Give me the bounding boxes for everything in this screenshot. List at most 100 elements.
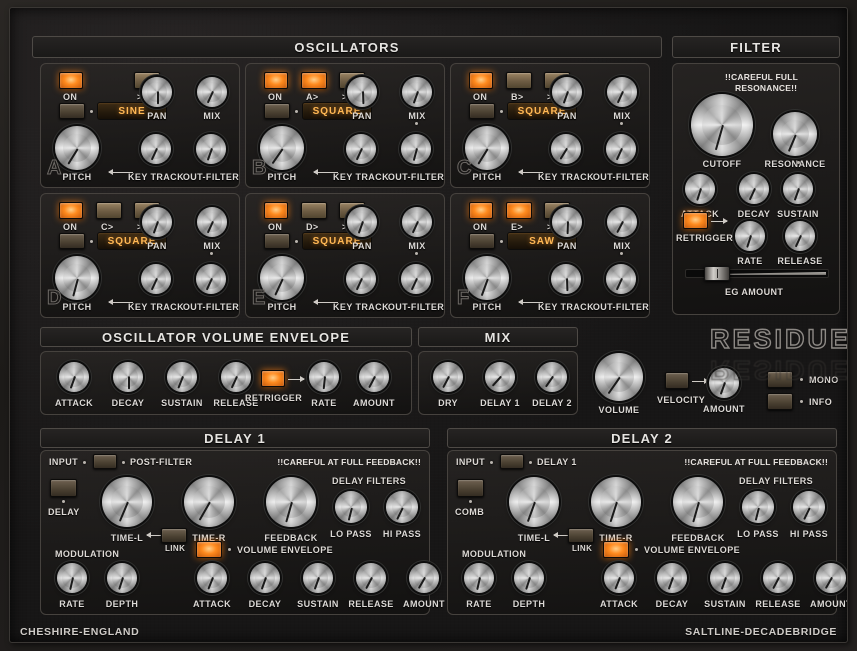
knob-body[interactable] (113, 362, 143, 392)
knob-body[interactable] (773, 112, 817, 156)
knob-body[interactable] (691, 94, 753, 156)
knob-body[interactable] (537, 362, 567, 392)
knob-body[interactable] (250, 563, 280, 593)
osc-A-keytrack-knob-label: KEY TRACK (128, 172, 184, 182)
knob-body[interactable] (763, 563, 793, 593)
knob-body[interactable] (402, 77, 432, 107)
knob-body[interactable] (409, 563, 439, 593)
knob-body[interactable] (742, 491, 774, 523)
knob-body[interactable] (514, 563, 544, 593)
knob-body[interactable] (55, 126, 99, 170)
knob-body[interactable] (607, 77, 637, 107)
knob-body[interactable] (552, 77, 582, 107)
knob-body[interactable] (433, 362, 463, 392)
osc-F-on-button[interactable] (469, 202, 493, 219)
knob-body[interactable] (465, 126, 509, 170)
knob-body[interactable] (347, 77, 377, 107)
info-button[interactable] (767, 393, 793, 410)
knob-body[interactable] (260, 126, 304, 170)
knob-body[interactable] (346, 264, 376, 294)
knob-body[interactable] (402, 207, 432, 237)
knob-body[interactable] (107, 563, 137, 593)
knob-body[interactable] (196, 134, 226, 164)
velocity-button[interactable] (665, 372, 689, 389)
knob-body[interactable] (607, 207, 637, 237)
knob-body[interactable] (604, 563, 634, 593)
filter-release-knob-label: RELEASE (777, 256, 823, 266)
filter-retrigger-button[interactable] (683, 212, 708, 229)
knob-body[interactable] (591, 477, 641, 527)
osc-C-on-button[interactable] (469, 72, 493, 89)
knob-body[interactable] (509, 477, 559, 527)
delay-2-volume-envelope-button[interactable] (603, 541, 629, 558)
knob-body[interactable] (196, 264, 226, 294)
knob-body[interactable] (347, 207, 377, 237)
knob-body[interactable] (141, 134, 171, 164)
knob-body[interactable] (102, 477, 152, 527)
delay-1-amount-knob-label: AMOUNT (403, 599, 445, 609)
knob-body[interactable] (816, 563, 846, 593)
knob-body[interactable] (260, 256, 304, 300)
knob-body[interactable] (673, 477, 723, 527)
knob-body[interactable] (735, 221, 765, 251)
knob-body[interactable] (551, 264, 581, 294)
knob-body[interactable] (57, 563, 87, 593)
knob-body[interactable] (552, 207, 582, 237)
knob-body[interactable] (309, 362, 339, 392)
osc-A-on-button[interactable] (59, 72, 83, 89)
knob-body[interactable] (551, 134, 581, 164)
knob-body[interactable] (346, 134, 376, 164)
osc-B-fm-button[interactable] (301, 72, 327, 89)
osc-E-on-button[interactable] (264, 202, 288, 219)
knob-body[interactable] (606, 264, 636, 294)
osc-env-retrigger-button[interactable] (261, 370, 285, 387)
knob-body[interactable] (335, 491, 367, 523)
knob-body[interactable] (197, 207, 227, 237)
knob-body[interactable] (356, 563, 386, 593)
knob-body[interactable] (55, 256, 99, 300)
knob-body[interactable] (783, 174, 813, 204)
osc-F-pitch-knob-label: PITCH (472, 302, 502, 312)
knob-body[interactable] (142, 207, 172, 237)
knob-body[interactable] (266, 477, 316, 527)
osc-C-fm-button[interactable] (506, 72, 532, 89)
knob-body[interactable] (359, 362, 389, 392)
knob-body[interactable] (184, 477, 234, 527)
osc-E-fm-button[interactable] (301, 202, 327, 219)
delay-2-mode-button[interactable] (457, 479, 484, 497)
knob-body[interactable] (141, 264, 171, 294)
eg-amount-handle[interactable] (704, 266, 730, 281)
delay-1-volume-envelope-button[interactable] (196, 541, 222, 558)
knob-body[interactable] (167, 362, 197, 392)
eg-amount-slider[interactable] (685, 266, 829, 281)
osc-D-fm-button[interactable] (96, 202, 122, 219)
knob-body[interactable] (595, 353, 643, 401)
oscenv-amount-knob-label: AMOUNT (353, 398, 395, 408)
knob-body[interactable] (710, 563, 740, 593)
osc-D-on-button[interactable] (59, 202, 83, 219)
osc-F-fm-button[interactable] (506, 202, 532, 219)
knob-body[interactable] (465, 256, 509, 300)
knob-body[interactable] (197, 563, 227, 593)
knob-body[interactable] (197, 77, 227, 107)
knob-body[interactable] (739, 174, 769, 204)
knob-body[interactable] (685, 174, 715, 204)
knob-body[interactable] (142, 77, 172, 107)
knob-body[interactable] (401, 134, 431, 164)
knob-body[interactable] (606, 134, 636, 164)
knob-body[interactable] (59, 362, 89, 392)
knob-body[interactable] (303, 563, 333, 593)
knob-body[interactable] (464, 563, 494, 593)
knob-body[interactable] (401, 264, 431, 294)
delay-1-mode-button[interactable] (50, 479, 77, 497)
knob-body[interactable] (386, 491, 418, 523)
osc-B-on-button[interactable] (264, 72, 288, 89)
knob-body[interactable] (785, 221, 815, 251)
knob-body[interactable] (485, 362, 515, 392)
knob-body[interactable] (793, 491, 825, 523)
delay-2-link-button[interactable] (568, 528, 594, 543)
knob-body[interactable] (657, 563, 687, 593)
delay-1-link-button[interactable] (161, 528, 187, 543)
delay-1-lopass-knob-label: LO PASS (330, 529, 372, 539)
knob-body[interactable] (221, 362, 251, 392)
